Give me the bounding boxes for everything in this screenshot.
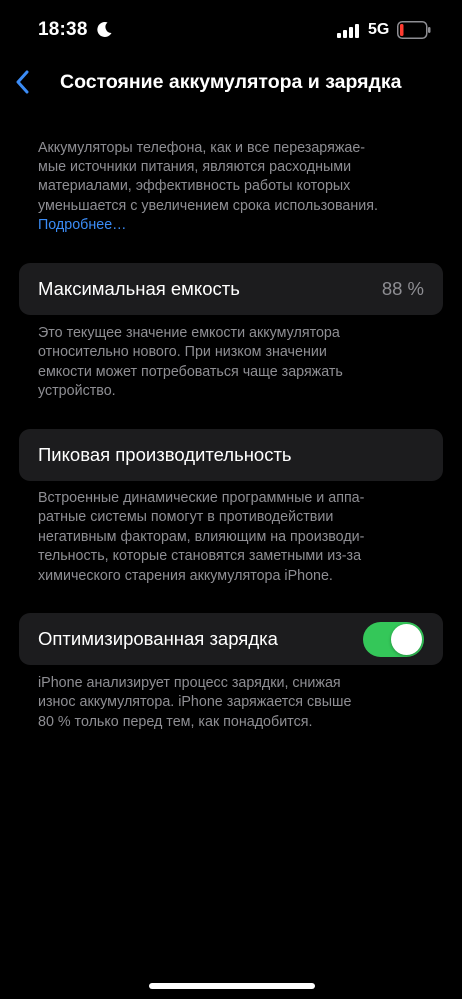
max-capacity-footnote: Это текущее значение емкости аккумулятор… [38,325,343,400]
intro-text: Аккумуляторы телефона, как и все перезар… [38,140,378,214]
peak-performance-label: Пиковая производительность [38,444,292,465]
moon-icon [97,22,112,38]
optimized-charging-row: Оптимизированная зарядка [19,613,443,665]
cellular-signal-icon [337,24,359,38]
navigation-bar: Состояние аккумулятора и зарядка [0,60,462,108]
optimized-charging-footnote: iPhone анализирует процесс зарядки, сниж… [38,675,352,730]
page-title: Состояние аккумулятора и зарядка [60,71,402,93]
status-time: 18:38 [38,19,88,40]
max-capacity-label: Максимальная емкость [38,278,240,299]
optimized-charging-toggle[interactable] [363,622,424,657]
max-capacity-row: Максимальная емкость 88 % [19,263,443,315]
learn-more-link[interactable]: Подробнее… [38,216,438,235]
peak-performance-footnote: Встроенные динамические программные и ап… [38,490,365,584]
max-capacity-value: 88 % [381,278,424,299]
home-indicator[interactable] [149,983,315,989]
toggle-knob [391,624,422,655]
intro-section: Аккумуляторы телефона, как и все перезар… [38,139,438,235]
back-button[interactable] [4,64,40,100]
network-type: 5G [368,21,390,38]
status-bar: 18:38 5G [0,0,462,60]
battery-low-icon [397,21,431,39]
optimized-charging-label: Оптимизированная зарядка [38,628,278,649]
chevron-left-icon [16,70,29,94]
peak-performance-row: Пиковая производительность [19,429,443,481]
